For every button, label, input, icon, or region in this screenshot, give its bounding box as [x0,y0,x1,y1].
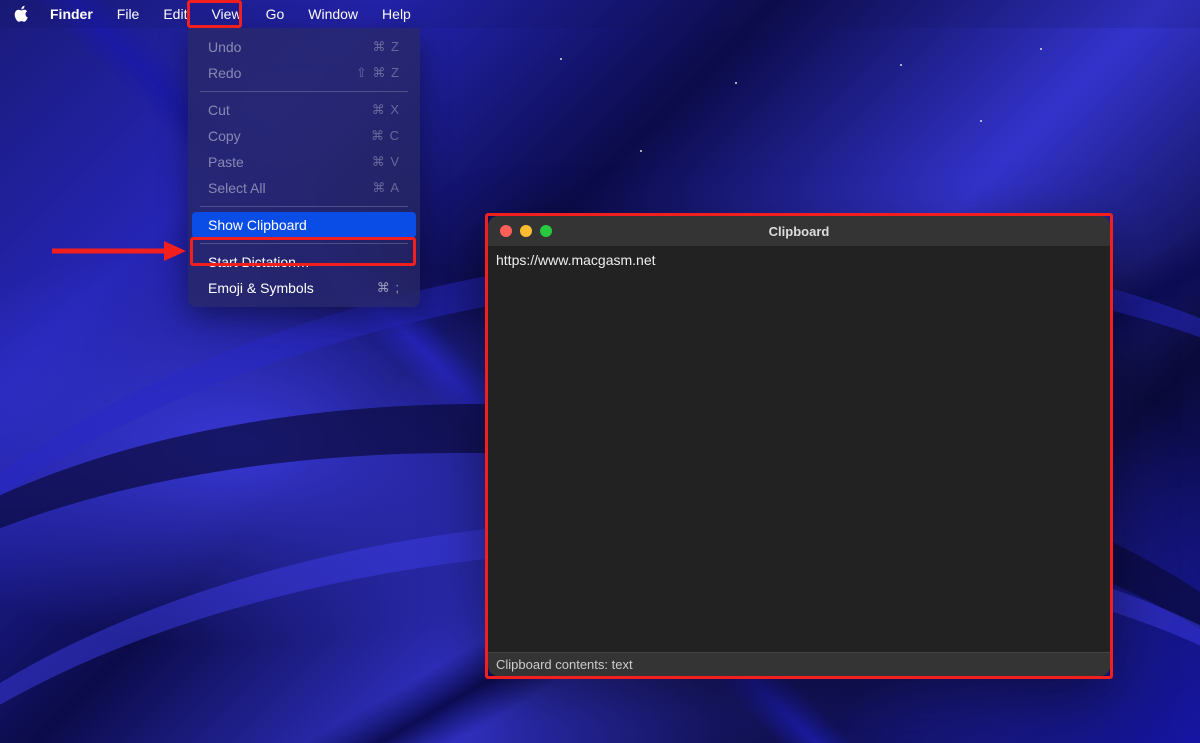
macos-menubar: Finder File Edit View Go Window Help [0,0,1200,28]
menu-help[interactable]: Help [370,2,423,26]
menu-view[interactable]: View [199,2,253,26]
menu-item-label: Start Dictation… [208,254,310,270]
menu-item-copy[interactable]: Copy ⌘ C [192,123,416,149]
apple-menu-icon[interactable] [14,5,38,23]
menu-go[interactable]: Go [254,2,297,26]
menu-edit[interactable]: Edit [151,2,199,26]
menu-item-cut[interactable]: Cut ⌘ X [192,97,416,123]
menu-item-shortcut: ⌘ A [372,180,400,196]
window-close-button[interactable] [500,225,512,237]
menu-item-shortcut: ⌘ C [371,128,400,144]
menu-separator [200,206,408,207]
menu-item-shortcut: ⌘ V [372,154,400,170]
clipboard-window: Clipboard https://www.macgasm.net Clipbo… [488,216,1110,676]
menu-window[interactable]: Window [296,2,370,26]
menu-item-emoji-symbols[interactable]: Emoji & Symbols ⌘ ; [192,275,416,301]
menu-item-label: Undo [208,39,241,55]
active-app-name[interactable]: Finder [38,6,105,22]
menu-item-label: Cut [208,102,230,118]
menu-item-shortcut: ⌘ Z [372,39,400,55]
menu-item-select-all[interactable]: Select All ⌘ A [192,175,416,201]
menu-item-label: Copy [208,128,241,144]
window-traffic-lights [488,225,552,237]
menu-file[interactable]: File [105,2,152,26]
window-title: Clipboard [488,224,1110,239]
menu-item-label: Redo [208,65,241,81]
window-minimize-button[interactable] [520,225,532,237]
menu-item-shortcut: ⇧ ⌘ Z [356,65,400,81]
edit-menu-dropdown: Undo ⌘ Z Redo ⇧ ⌘ Z Cut ⌘ X Copy ⌘ C Pas… [188,28,420,307]
menu-item-label: Paste [208,154,244,170]
menu-item-show-clipboard[interactable]: Show Clipboard [192,212,416,238]
menu-separator [200,91,408,92]
window-zoom-button[interactable] [540,225,552,237]
menu-item-shortcut: ⌘ ; [377,280,400,296]
window-titlebar[interactable]: Clipboard [488,216,1110,246]
menu-item-undo[interactable]: Undo ⌘ Z [192,34,416,60]
menu-item-label: Select All [208,180,266,196]
menu-separator [200,243,408,244]
menu-item-label: Show Clipboard [208,217,307,233]
menu-item-start-dictation[interactable]: Start Dictation… [192,249,416,275]
menu-item-paste[interactable]: Paste ⌘ V [192,149,416,175]
menu-item-shortcut: ⌘ X [372,102,400,118]
clipboard-footer: Clipboard contents: text [488,652,1110,676]
clipboard-content: https://www.macgasm.net [488,246,1110,652]
menu-item-label: Emoji & Symbols [208,280,314,296]
menu-item-redo[interactable]: Redo ⇧ ⌘ Z [192,60,416,86]
